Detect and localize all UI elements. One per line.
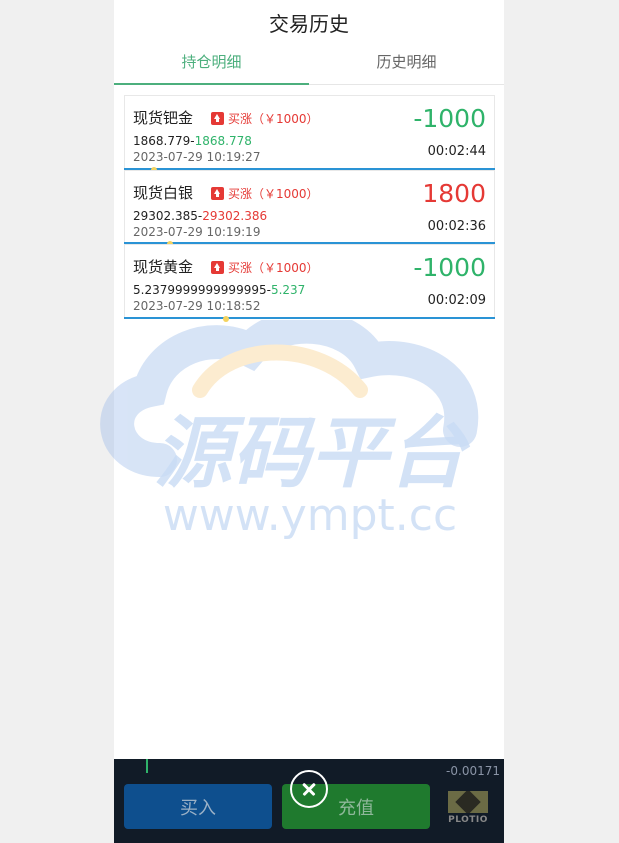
trade-history-panel: 交易历史 持仓明细 历史明细 现货钯金 买涨（￥1000） 1868.779-1… [114, 0, 504, 843]
open-time: 2023-07-29 10:18:52 [133, 299, 261, 313]
current-price: 1868.778 [194, 134, 252, 148]
direction-label: 买涨（￥1000） [228, 261, 319, 275]
direction-badge: 买涨（￥1000） [211, 110, 319, 127]
countdown: 00:02:36 [427, 218, 486, 234]
countdown: 00:02:09 [427, 293, 486, 308]
bottom-action-bar: -0.00171 买入 充值 PLOTIO [114, 759, 504, 843]
arrow-up-icon [211, 261, 224, 274]
list-item[interactable]: 现货钯金 买涨（￥1000） 1868.779-1868.778 2023-07… [124, 95, 495, 173]
price-pair: 5.2379999999999995-5.237 [133, 283, 306, 297]
logo-text: PLOTIO [448, 815, 488, 825]
arrow-up-icon [211, 186, 224, 200]
page-title: 交易历史 [269, 12, 349, 36]
price-pair: 29302.385-29302.386 [133, 208, 268, 223]
direction-label: 买涨（￥1000） [228, 112, 319, 126]
price-pair: 1868.779-1868.778 [133, 134, 252, 148]
tab-positions[interactable]: 持仓明细 [114, 44, 309, 85]
positions-list: 现货钯金 买涨（￥1000） 1868.779-1868.778 2023-07… [124, 95, 495, 322]
ticker-value: -0.00171 [446, 764, 500, 778]
item-name: 现货白银 [133, 183, 194, 202]
direction-label: 买涨（￥1000） [228, 186, 319, 201]
open-price: 29302.385 [133, 208, 198, 223]
progress-line [124, 316, 495, 319]
list-item[interactable]: 现货白银 买涨（￥1000） 29302.385-29302.386 2023-… [124, 169, 495, 247]
profit-amount: -1000 [413, 253, 486, 282]
profit-amount: -1000 [413, 104, 486, 133]
tab-bar: 持仓明细 历史明细 [114, 44, 504, 85]
arrow-up-icon [211, 112, 224, 125]
item-name: 现货黄金 [133, 258, 194, 276]
current-price: 5.237 [270, 283, 306, 297]
item-name: 现货钯金 [133, 109, 194, 127]
list-item[interactable]: 现货黄金 买涨（￥1000） 5.2379999999999995-5.237 … [124, 244, 495, 322]
progress-dot [223, 315, 229, 322]
open-price: 5.2379999999999995 [133, 283, 267, 297]
open-time: 2023-07-29 10:19:19 [133, 224, 261, 239]
open-time: 2023-07-29 10:19:27 [133, 150, 261, 164]
open-price: 1868.779 [133, 134, 191, 148]
chart-tick [146, 759, 148, 773]
logo-mark [448, 791, 488, 813]
close-icon[interactable] [290, 770, 328, 808]
direction-badge: 买涨（￥1000） [211, 259, 319, 276]
buy-button[interactable]: 买入 [124, 784, 272, 829]
tab-history[interactable]: 历史明细 [309, 44, 504, 84]
direction-badge: 买涨（￥1000） [211, 185, 319, 202]
countdown: 00:02:44 [427, 144, 486, 159]
profit-amount: 1800 [422, 178, 486, 208]
brand-logo: PLOTIO [446, 791, 490, 827]
current-price: 29302.386 [202, 208, 268, 223]
